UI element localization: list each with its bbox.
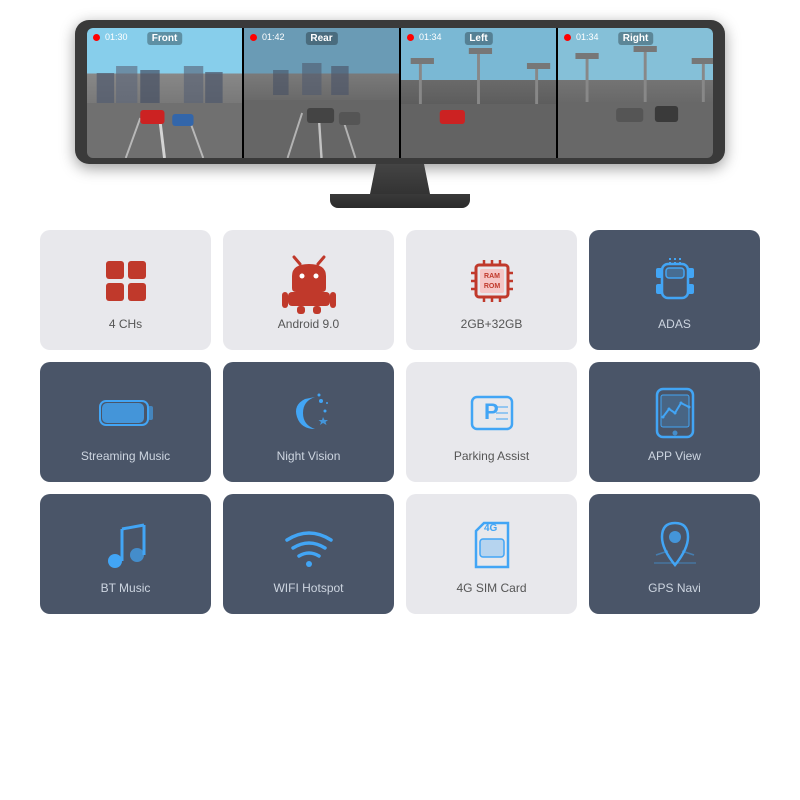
sim-icon: 4G bbox=[466, 519, 518, 571]
app-icon bbox=[649, 387, 701, 439]
right-label: Right bbox=[618, 32, 654, 45]
feature-app[interactable]: APP View bbox=[589, 362, 760, 482]
front-rec-time: 01:30 bbox=[93, 32, 128, 42]
feature-wifi[interactable]: WIFI Hotspot bbox=[223, 494, 394, 614]
grid-icon bbox=[100, 255, 152, 307]
music-icon bbox=[100, 519, 152, 571]
left-rec-time: 01:34 bbox=[407, 32, 442, 42]
rear-label: Rear bbox=[305, 32, 337, 45]
rear-rec-time: 01:42 bbox=[250, 32, 285, 42]
feature-sim-label: 4G SIM Card bbox=[456, 581, 526, 595]
feature-gps[interactable]: GPS Navi bbox=[589, 494, 760, 614]
feature-ram-label: 2GB+32GB bbox=[461, 317, 523, 331]
adas-icon bbox=[649, 255, 701, 307]
feature-app-label: APP View bbox=[648, 449, 701, 463]
svg-text:4G: 4G bbox=[484, 523, 498, 534]
feature-adas-label: ADAS bbox=[658, 317, 691, 331]
cam-front: 01:30 Front bbox=[87, 28, 242, 158]
feature-gps-label: GPS Navi bbox=[648, 581, 701, 595]
cam-right: 01:34 Right bbox=[558, 28, 713, 158]
screen-wrapper: 01:30 Front bbox=[75, 20, 725, 164]
svg-text:ROM: ROM bbox=[483, 283, 500, 290]
dashcam-screen: 01:30 Front bbox=[87, 28, 713, 158]
feature-streaming[interactable]: Streaming Music bbox=[40, 362, 211, 482]
feature-night[interactable]: Night Vision bbox=[223, 362, 394, 482]
feature-adas[interactable]: ADAS bbox=[589, 230, 760, 350]
android-icon bbox=[283, 255, 335, 307]
front-label: Front bbox=[147, 32, 183, 45]
feature-bt-label: BT Music bbox=[101, 581, 151, 595]
cam-left: 01:34 Left bbox=[401, 28, 556, 158]
feature-parking-label: Parking Assist bbox=[454, 449, 529, 463]
gps-icon bbox=[649, 519, 701, 571]
feature-android-label: Android 9.0 bbox=[278, 317, 339, 331]
feature-parking[interactable]: P Parking Assist bbox=[406, 362, 577, 482]
feature-sim[interactable]: 4G 4G SIM Card bbox=[406, 494, 577, 614]
feature-wifi-label: WIFI Hotspot bbox=[273, 581, 343, 595]
parking-icon: P bbox=[466, 387, 518, 439]
dashcam-stand bbox=[370, 164, 430, 194]
svg-text:RAM: RAM bbox=[484, 273, 500, 280]
streaming-icon bbox=[100, 387, 152, 439]
feature-ram[interactable]: RAM ROM 2GB+32GB bbox=[406, 230, 577, 350]
feature-streaming-label: Streaming Music bbox=[81, 449, 170, 463]
dashcam-section: 01:30 Front bbox=[50, 20, 750, 208]
feature-4chs[interactable]: 4 CHs bbox=[40, 230, 211, 350]
feature-bt[interactable]: BT Music bbox=[40, 494, 211, 614]
left-label: Left bbox=[464, 32, 492, 45]
feature-night-label: Night Vision bbox=[277, 449, 341, 463]
dashcam-device: 01:30 Front bbox=[75, 20, 725, 208]
feature-android[interactable]: Android 9.0 bbox=[223, 230, 394, 350]
night-icon bbox=[283, 387, 335, 439]
features-grid: 4 CHs Android 9.0 bbox=[30, 230, 770, 614]
wifi-icon bbox=[283, 519, 335, 571]
right-rec-time: 01:34 bbox=[564, 32, 599, 42]
cam-rear: 01:42 Rear bbox=[244, 28, 399, 158]
ram-icon: RAM ROM bbox=[466, 255, 518, 307]
feature-4chs-label: 4 CHs bbox=[109, 317, 142, 331]
svg-text:P: P bbox=[484, 399, 499, 424]
dashcam-base bbox=[330, 194, 470, 208]
